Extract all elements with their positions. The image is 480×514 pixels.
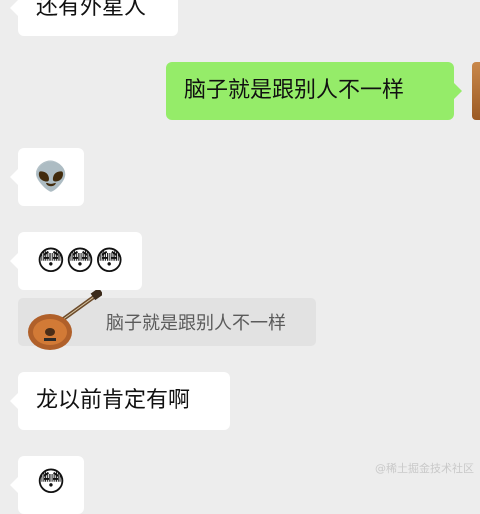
message-bubble-left[interactable]: 😳😳😳: [10, 232, 142, 290]
flushed-emoji: 😳😳😳: [36, 244, 124, 277]
alien-emoji: 👽: [33, 160, 69, 193]
quote-text: 脑子就是跟别人不一样: [106, 313, 286, 334]
flushed-emoji: 😳: [36, 465, 66, 498]
avatar[interactable]: [472, 62, 480, 120]
message-bubble-right[interactable]: 脑子就是跟别人不一样: [166, 62, 462, 120]
message-text: 龙以前肯定有啊: [36, 388, 191, 413]
message-bubble-left[interactable]: 龙以前肯定有啊: [10, 372, 230, 430]
quoted-message[interactable]: 脑子就是跟别人不一样: [18, 287, 316, 350]
message-bubble-left[interactable]: 还有外星人: [10, 0, 178, 36]
message-bubble-left[interactable]: 👽: [10, 148, 84, 206]
message-text: 脑子就是跟别人不一样: [184, 78, 405, 103]
watermark: @稀土掘金技术社区: [375, 462, 474, 475]
message-text: 还有外星人: [36, 0, 147, 20]
message-bubble-left[interactable]: 😳: [10, 456, 84, 514]
guitar-icon: [22, 287, 104, 360]
